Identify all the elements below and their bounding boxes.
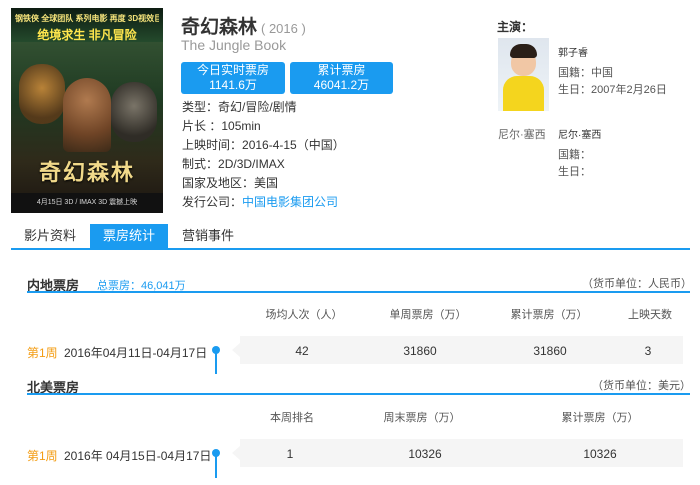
info-genre: 类型：奇幻/冒险/剧情	[182, 100, 297, 114]
mainland-timeline-line	[215, 352, 217, 374]
poster-title: 奇幻森林	[38, 160, 135, 185]
actor1-name[interactable]: 郭子睿	[558, 44, 588, 59]
info-distributor: 发行公司：中国电影集团公司	[182, 195, 339, 209]
movie-year: ( 2016 )	[261, 21, 306, 36]
distributor-link[interactable]: 中国电影集团公司	[242, 195, 338, 209]
poster-tiger-illustration	[19, 64, 65, 124]
mainland-cumulative-boxoffice: 31860	[533, 344, 567, 358]
northamerica-rank: 1	[286, 447, 294, 461]
actor2-birthday: 生日：	[558, 166, 591, 178]
mainland-header-weekly: 单周票房（万）	[389, 309, 467, 321]
info-length: 片长 ：105min	[182, 119, 261, 133]
mainland-currency-unit: （货币单位：人民币）	[582, 278, 692, 290]
actor2-photo-alt[interactable]: 尼尔·塞西	[498, 126, 546, 142]
mainland-weekly-boxoffice: 31860	[403, 344, 437, 358]
northamerica-header-rank: 本周排名	[270, 412, 314, 424]
poster-bear-illustration	[111, 82, 157, 142]
timeline-dot-icon	[212, 346, 220, 354]
info-release: 上映时间：2016-4-15（中国）	[182, 138, 345, 152]
actor1-nationality: 国籍：中国	[558, 67, 613, 79]
total-boxoffice-label: 累计票房	[317, 63, 366, 77]
mainland-header-avg-attendance: 场均人次（人）	[265, 309, 343, 321]
cast-header: 主演：	[497, 20, 534, 34]
mainland-divider	[27, 291, 690, 293]
actor2-nationality: 国籍：	[558, 149, 591, 161]
tab-boxoffice[interactable]: 票房统计	[90, 224, 168, 248]
northamerica-cumulative-boxoffice: 10326	[583, 447, 617, 461]
info-region: 国家及地区：美国	[182, 176, 279, 190]
northamerica-week-dates: 2016年 04月15日-04月17日	[64, 449, 212, 463]
today-boxoffice-badge: 今日实时票房 1141.6万	[181, 62, 285, 94]
northamerica-divider	[27, 393, 690, 395]
poster-footer: 4月15日 3D / IMAX 3D 震撼上映	[11, 193, 163, 213]
movie-title: 奇幻森林( 2016 )	[181, 17, 306, 38]
mainland-week-label: 第1周	[27, 346, 58, 360]
northamerica-header-cumulative: 累计票房（万）	[561, 412, 639, 424]
mainland-avg-attendance: 42	[295, 344, 309, 358]
northamerica-currency-unit: （货币单位：美元）	[592, 380, 691, 392]
movie-poster: 钢铁侠 全球团队 系列电影 再度 3D视效巨献 绝境求生 非凡冒险 奇幻森林 4…	[11, 8, 163, 213]
mainland-header-days: 上映天数	[628, 309, 672, 321]
northamerica-weekend-boxoffice: 10326	[408, 447, 442, 461]
mainland-header-cumulative: 累计票房（万）	[510, 309, 588, 321]
mainland-week-dates: 2016年04月11日-04月17日	[64, 346, 208, 360]
total-boxoffice-badge: 累计票房 46041.2万	[290, 62, 393, 94]
poster-top-line: 钢铁侠 全球团队 系列电影 再度 3D视效巨献	[15, 14, 159, 23]
northamerica-timeline-line	[215, 456, 217, 478]
today-boxoffice-label: 今日实时票房	[196, 63, 269, 77]
movie-english-title: The Jungle Book	[181, 37, 287, 53]
northamerica-week-label: 第1周	[27, 449, 58, 463]
poster-tagline: 绝境求生 非凡冒险	[37, 28, 137, 42]
northamerica-header-weekend: 周末票房（万）	[383, 412, 461, 424]
poster-boy-illustration	[63, 78, 111, 152]
actor2-name[interactable]: 尼尔·塞西	[558, 126, 601, 141]
total-boxoffice-value: 46041.2万	[313, 78, 370, 92]
actor1-birthday: 生日：2007年2月26日	[558, 84, 667, 96]
tab-movie-info[interactable]: 影片资料	[14, 224, 86, 248]
today-boxoffice-value: 1141.6万	[209, 78, 257, 92]
mainland-days: 3	[644, 344, 652, 358]
tab-bar: 影片资料 票房统计 营销事件	[11, 224, 690, 250]
tab-marketing[interactable]: 营销事件	[169, 224, 247, 248]
timeline-dot-icon	[212, 449, 220, 457]
actor-photo[interactable]	[498, 38, 549, 111]
info-format: 制式：2D/3D/IMAX	[182, 157, 285, 171]
